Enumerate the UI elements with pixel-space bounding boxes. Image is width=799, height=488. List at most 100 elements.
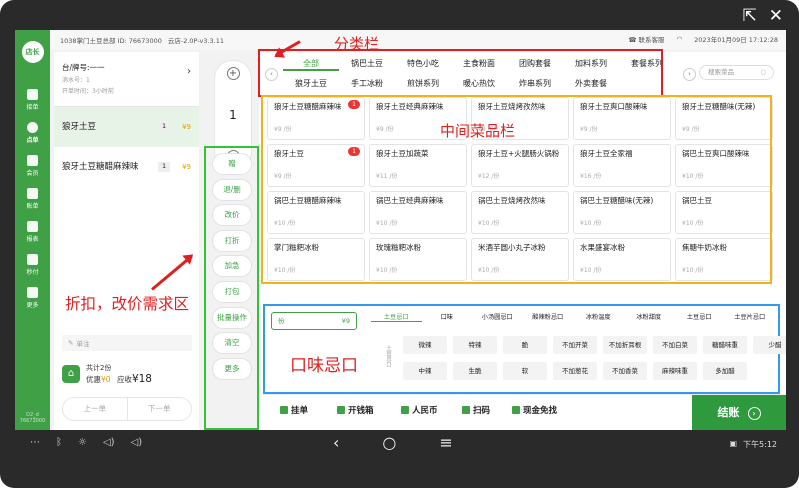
plus-icon[interactable]: +: [226, 67, 240, 80]
order-item[interactable]: 狼牙土豆糖醋麻辣味 1 ¥9: [54, 147, 199, 187]
flavor-option[interactable]: 生脆: [453, 362, 497, 380]
scan-pay-button[interactable]: 扫码: [462, 404, 490, 416]
brightness-icon[interactable]: ☼: [78, 437, 87, 448]
flavor-option[interactable]: 少醋: [753, 336, 786, 354]
system-navigation: ‹ ○ ≡: [333, 433, 453, 452]
hold-order-button[interactable]: 挂单: [280, 404, 308, 416]
screen-icon[interactable]: ▣: [729, 439, 737, 450]
flavor-category-tab[interactable]: 口味: [422, 312, 473, 322]
cash-no-change-button[interactable]: 现金免找: [512, 404, 557, 416]
nav-pay[interactable]: 秒付: [15, 248, 50, 281]
more-actions-button[interactable]: 更多: [212, 357, 252, 380]
flavor-option[interactable]: 中辣: [403, 362, 447, 380]
discount-label: 优惠: [86, 375, 101, 384]
order-item[interactable]: 狼牙土豆 1 ¥9: [54, 107, 199, 147]
bluetooth-icon[interactable]: ᛒ: [56, 437, 62, 448]
return-delete-button[interactable]: 退/删: [212, 178, 252, 201]
order-panel: 台/牌号:一一 消水号：1 开单时间：3小时前 › 狼牙土豆 1 ¥9 狼牙土豆…: [54, 52, 199, 430]
flavor-category-tab[interactable]: 冰粉温度: [573, 312, 624, 322]
batch-operation-button[interactable]: 批量操作: [212, 306, 252, 329]
flavor-panel: 份 ¥9 土豆忌口 口味 小汤圆忌口 酸辣粉忌口 冰粉温度 冰粉甜度 土豆忌口 土豆片忌口 土…: [263, 304, 786, 394]
flavor-category-tab[interactable]: 土豆片忌口: [725, 312, 776, 322]
datetime: 2023年01月09日 17:12:28: [694, 36, 778, 44]
dish-search-input[interactable]: 搜索菜品 ○: [699, 65, 774, 80]
nav-report[interactable]: 报表: [15, 215, 50, 248]
nav-member[interactable]: 会员: [15, 149, 50, 182]
gift-button[interactable]: 赠: [212, 153, 252, 175]
volume-alt-icon[interactable]: ◁): [131, 437, 143, 448]
close-icon[interactable]: ✕: [769, 6, 783, 26]
category-highlight-box: [258, 49, 663, 97]
next-order-button[interactable]: 下一单: [128, 398, 192, 420]
back-icon[interactable]: ‹: [333, 433, 339, 452]
rush-button[interactable]: 加急: [212, 255, 252, 278]
discount-button[interactable]: 打折: [212, 229, 252, 252]
open-time: 开单时间：3小时前: [62, 88, 114, 95]
wallet-icon: [512, 406, 520, 414]
nav-receive[interactable]: 接单: [15, 83, 50, 116]
clear-button[interactable]: 清空: [212, 332, 252, 355]
scan-icon: [462, 406, 470, 414]
home-icon[interactable]: ○: [382, 433, 396, 452]
order-note-input[interactable]: ✎ 单注: [62, 335, 192, 351]
system-left-icons: ⋯ ᛒ ☼ ◁) ◁): [30, 437, 142, 448]
chevron-right-icon[interactable]: ›: [683, 68, 696, 81]
flavor-side-label: 土豆忌口: [385, 345, 391, 367]
flavor-option[interactable]: 软: [503, 362, 547, 380]
open-drawer-button[interactable]: 开钱箱: [337, 404, 374, 416]
order-item-name: 狼牙土豆糖醋麻辣味: [62, 161, 139, 172]
order-total: ⌂ 共计2份 优惠¥0 应收¥18: [62, 359, 192, 389]
flavor-category-tab[interactable]: 土豆忌口: [371, 312, 422, 322]
device-id-line2: 76673000: [19, 418, 46, 424]
spec-price: ¥9: [341, 317, 350, 325]
store-info: 1038掌门土豆总部 ID: 76673000: [60, 37, 162, 45]
contact-service-label: 联系客服: [638, 36, 665, 44]
recents-icon[interactable]: ≡: [439, 433, 452, 452]
flavor-category-tabs: 土豆忌口 口味 小汤圆忌口 酸辣粉忌口 冰粉温度 冰粉甜度 土豆忌口 土豆片忌口: [371, 312, 775, 322]
settle-button[interactable]: 结账 ›: [692, 395, 786, 430]
nav-more[interactable]: 更多: [15, 281, 50, 314]
pack-button[interactable]: 打包: [212, 280, 252, 303]
shopping-bag-icon: ⌂: [62, 365, 80, 383]
discount-annotation: 折扣，改价需求区: [65, 295, 190, 313]
system-tray: ▣ 下午5:12: [729, 439, 777, 450]
flavor-option[interactable]: 微辣: [403, 336, 447, 354]
nav-bill[interactable]: 账单: [15, 182, 50, 215]
flavor-option[interactable]: 不加折耳根: [603, 336, 647, 354]
more-dots-icon[interactable]: ⋯: [30, 437, 40, 448]
selected-spec[interactable]: 份 ¥9: [271, 312, 357, 330]
order-header[interactable]: 台/牌号:一一 消水号：1 开单时间：3小时前 ›: [54, 52, 199, 107]
cash-label: 人民币: [412, 406, 438, 416]
more-icon: [27, 286, 38, 298]
system-nav-bar: ⋯ ᛒ ☼ ◁) ◁) ‹ ○ ≡ ▣ 下午5:12: [0, 430, 799, 460]
flavor-option[interactable]: 不加白菜: [653, 336, 697, 354]
volume-icon[interactable]: ◁): [103, 437, 115, 448]
change-price-button[interactable]: 改价: [212, 204, 252, 227]
flavor-category-tab[interactable]: 小汤圆忌口: [472, 312, 523, 322]
report-icon: [27, 220, 38, 232]
order-pager: 上一单 下一单: [62, 397, 192, 421]
flavor-category-tab[interactable]: 土豆忌口: [674, 312, 725, 322]
store-manager-avatar[interactable]: 店长: [21, 41, 44, 63]
flavor-option[interactable]: 多加醋: [703, 362, 747, 380]
cash-rmb-button[interactable]: 人民币: [401, 404, 438, 416]
prev-order-button[interactable]: 上一单: [63, 398, 128, 420]
payment-bar: 挂单 开钱箱 人民币 扫码 现金免找 结账 ›: [262, 394, 786, 430]
flavor-option[interactable]: 不加开菜: [553, 336, 597, 354]
flavor-category-tab[interactable]: 冰粉甜度: [624, 312, 675, 322]
order-item-price: ¥9: [182, 163, 191, 171]
flavor-option[interactable]: 脆: [503, 336, 547, 354]
flavor-option[interactable]: 麻辣味重: [653, 362, 697, 380]
flavor-option[interactable]: 不加香菜: [603, 362, 647, 380]
nav-order[interactable]: 点单: [15, 116, 50, 149]
open-external-icon[interactable]: ⇱: [743, 6, 757, 26]
flavor-option[interactable]: 糖醋味重: [703, 336, 747, 354]
tablet-frame: ⇱ ✕ 1038掌门土豆总部 ID: 76673000 云店-2.0P-v3.3…: [0, 0, 799, 488]
wifi-icon: ◠: [676, 35, 683, 43]
flavor-option[interactable]: 不加葱花: [553, 362, 597, 380]
flavor-option[interactable]: 特辣: [453, 336, 497, 354]
flavor-category-tab[interactable]: 酸辣粉忌口: [523, 312, 574, 322]
system-time: 下午5:12: [743, 440, 777, 449]
contact-service-link[interactable]: ☎ 联系客服: [628, 34, 664, 44]
status-bar: 1038掌门土豆总部 ID: 76673000 云店-2.0P-v3.3.11 …: [15, 30, 786, 50]
